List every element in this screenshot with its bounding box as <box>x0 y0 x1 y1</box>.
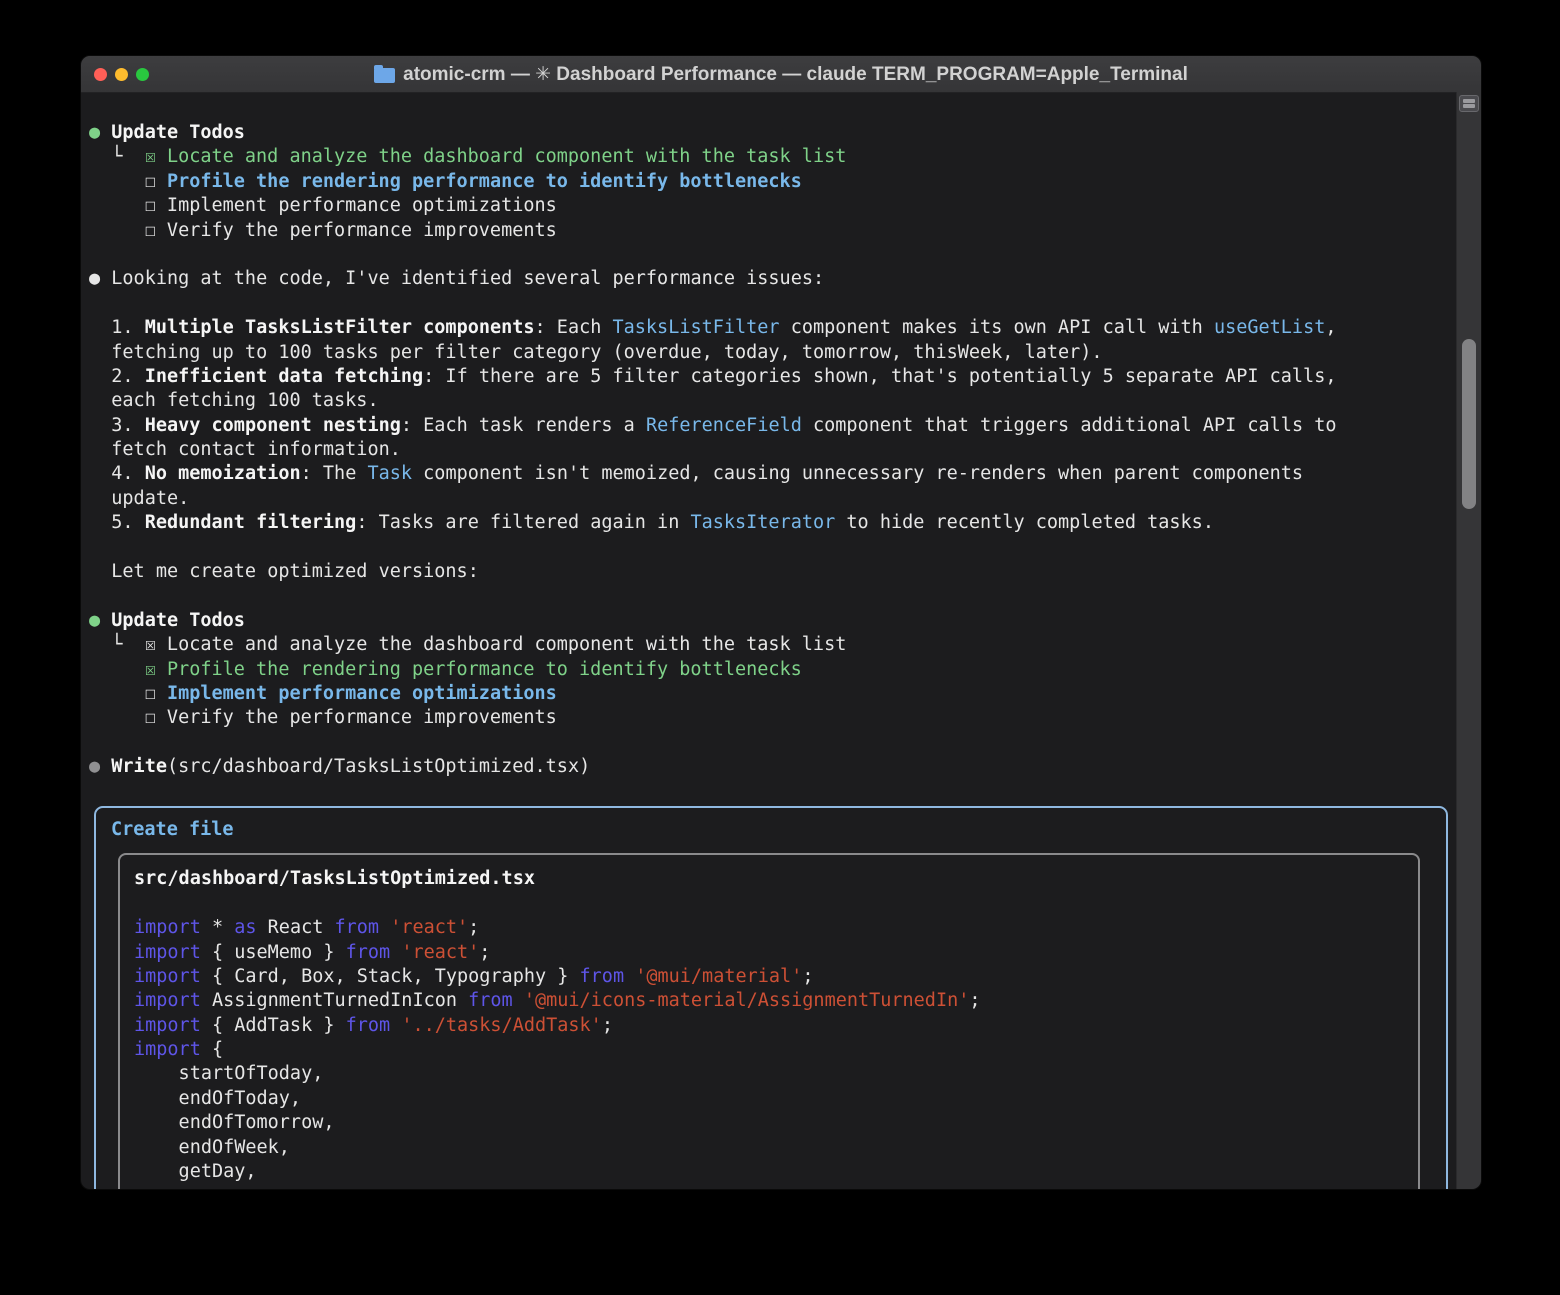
terminal-line: import * as React from 'react'; <box>134 916 1418 940</box>
terminal-line: 5. Redundant filtering: Tasks are filter… <box>89 511 1457 535</box>
file-content-panel: src/dashboard/TasksListOptimized.tsx imp… <box>118 853 1420 1189</box>
terminal-line: ● Update Todos <box>89 609 1457 633</box>
terminal-line: └ ☒ Locate and analyze the dashboard com… <box>89 145 1457 169</box>
terminal-line: endOfTomorrow, <box>134 1111 1418 1135</box>
split-pane-button[interactable] <box>1459 95 1479 112</box>
terminal-line <box>89 731 1457 755</box>
terminal-line: └ ☒ Locate and analyze the dashboard com… <box>89 633 1457 657</box>
terminal-line: fetch contact information. <box>89 438 1457 462</box>
terminal-line: ☐ Implement performance optimizations <box>89 682 1457 706</box>
terminal-line: ☐ Implement performance optimizations <box>89 194 1457 218</box>
terminal-line: ☐ Profile the rendering performance to i… <box>89 170 1457 194</box>
terminal-line <box>89 780 1457 804</box>
window-title-area: atomic-crm — ✳ Dashboard Performance — c… <box>81 56 1481 92</box>
terminal-line: startOfToday, <box>134 1062 1418 1086</box>
terminal-line: import AssignmentTurnedInIcon from '@mui… <box>134 989 1418 1013</box>
terminal-output: ● Update Todos └ ☒ Locate and analyze th… <box>89 121 1457 804</box>
window-title: atomic-crm — ✳ Dashboard Performance — c… <box>403 63 1188 86</box>
terminal-line: update. <box>89 487 1457 511</box>
terminal-line: each fetching 100 tasks. <box>89 389 1457 413</box>
terminal-line <box>89 536 1457 560</box>
blank-line <box>134 892 1418 916</box>
terminal-line: endOfToday, <box>134 1087 1418 1111</box>
terminal-line: endOfWeek, <box>134 1136 1418 1160</box>
terminal-window: atomic-crm — ✳ Dashboard Performance — c… <box>80 55 1482 1190</box>
terminal-line: import { <box>134 1038 1418 1062</box>
terminal-line: 2. Inefficient data fetching: If there a… <box>89 365 1457 389</box>
create-file-title: Create file <box>96 818 1446 842</box>
terminal-line: 1. Multiple TasksListFilter components: … <box>89 316 1457 340</box>
terminal-line: 4. No memoization: The Task component is… <box>89 462 1457 486</box>
terminal-line: ● Write(src/dashboard/TasksListOptimized… <box>89 755 1457 779</box>
terminal-line <box>89 243 1457 267</box>
file-code: import * as React from 'react';import { … <box>134 916 1418 1184</box>
create-file-panel: Create file src/dashboard/TasksListOptim… <box>94 806 1448 1189</box>
terminal-line: getDay, <box>134 1160 1418 1184</box>
scrollbar-track[interactable] <box>1456 92 1481 1189</box>
terminal-line <box>89 584 1457 608</box>
terminal-line: ☒ Profile the rendering performance to i… <box>89 658 1457 682</box>
terminal-line: 3. Heavy component nesting: Each task re… <box>89 414 1457 438</box>
titlebar: atomic-crm — ✳ Dashboard Performance — c… <box>81 56 1481 93</box>
terminal-line: import { useMemo } from 'react'; <box>134 941 1418 965</box>
terminal-line: fetching up to 100 tasks per filter cate… <box>89 341 1457 365</box>
scrollbar-thumb[interactable] <box>1462 339 1476 509</box>
terminal-content: ● Update Todos └ ☒ Locate and analyze th… <box>89 92 1457 1189</box>
file-path: src/dashboard/TasksListOptimized.tsx <box>134 867 1418 891</box>
terminal-line: Let me create optimized versions: <box>89 560 1457 584</box>
folder-icon <box>374 68 395 83</box>
terminal-line <box>89 292 1457 316</box>
terminal-line: ● Looking at the code, I've identified s… <box>89 267 1457 291</box>
terminal-line: import { Card, Box, Stack, Typography } … <box>134 965 1418 989</box>
terminal-line: ☐ Verify the performance improvements <box>89 706 1457 730</box>
terminal-line: ● Update Todos <box>89 121 1457 145</box>
terminal-line: ☐ Verify the performance improvements <box>89 219 1457 243</box>
terminal-line: import { AddTask } from '../tasks/AddTas… <box>134 1014 1418 1038</box>
